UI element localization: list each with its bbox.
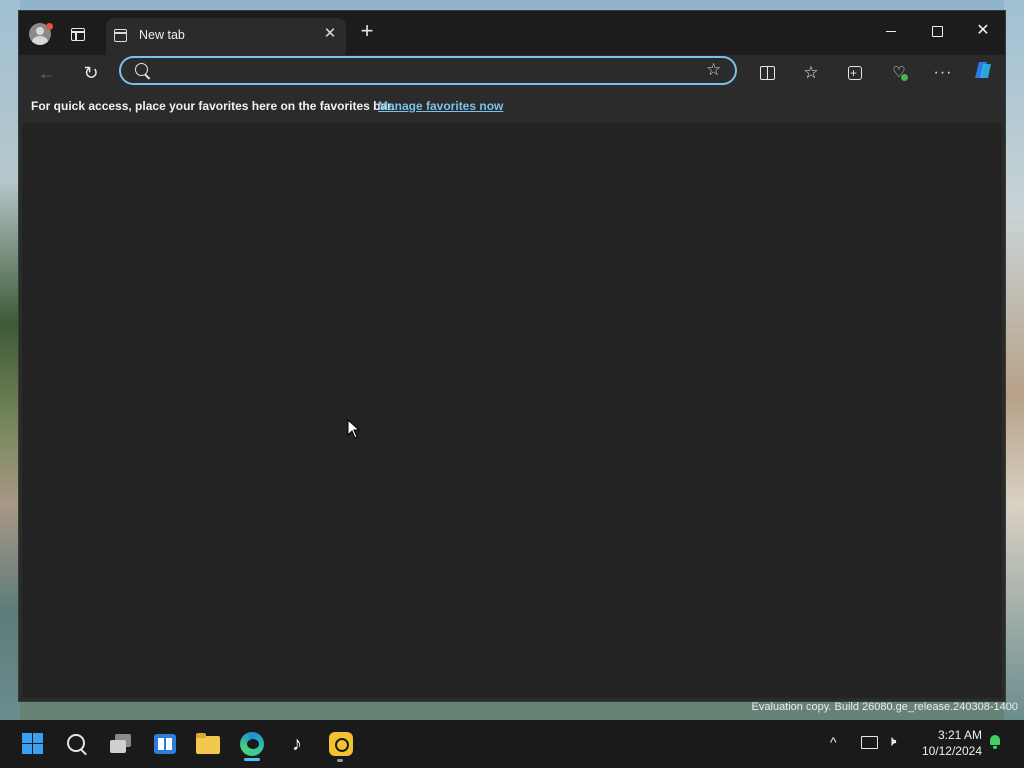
page-content[interactable] — [22, 123, 1002, 698]
new-tab-favicon-icon — [114, 29, 127, 42]
file-explorer-icon[interactable] — [196, 732, 220, 756]
clock-date: 10/12/2024 — [921, 744, 982, 758]
refresh-icon[interactable]: ↻ — [79, 61, 103, 85]
tab-close-icon[interactable]: ✕ — [322, 26, 338, 42]
navigation-toolbar: ← ↻ ☆ ☆ ♡ ··· — [19, 55, 1005, 91]
widgets-icon[interactable] — [153, 732, 177, 756]
copilot-icon[interactable] — [973, 59, 995, 81]
tiktok-icon[interactable]: ♪ — [285, 732, 309, 756]
edge-browser-icon[interactable] — [240, 732, 264, 756]
more-options-icon[interactable]: ··· — [931, 61, 955, 85]
tab-actions-icon[interactable] — [71, 28, 85, 41]
manage-favorites-link[interactable]: Manage favorites now — [378, 99, 503, 113]
search-icon — [135, 63, 148, 76]
favorites-icon[interactable]: ☆ — [799, 61, 823, 85]
minimize-button[interactable] — [881, 21, 901, 41]
status-dot — [901, 74, 908, 81]
browser-essentials-icon[interactable]: ♡ — [887, 61, 911, 85]
close-window-button[interactable]: ✕ — [973, 21, 993, 41]
show-hidden-icons-chevron-icon[interactable]: ^ — [830, 734, 837, 750]
mouse-cursor-icon — [347, 419, 361, 439]
maximize-button[interactable] — [927, 21, 947, 41]
split-screen-icon[interactable] — [755, 61, 779, 85]
collections-icon[interactable] — [843, 61, 867, 85]
clock-time: 3:21 AM — [937, 728, 982, 742]
notification-bell-icon[interactable] — [989, 735, 1001, 749]
network-display-icon[interactable] — [861, 736, 878, 749]
yellow-app-icon[interactable] — [329, 732, 353, 756]
desktop-wallpaper-right — [1004, 0, 1024, 720]
browser-window: New tab ✕ + ✕ ← ↻ ☆ ☆ ♡ ··· For quick ac… — [18, 10, 1006, 702]
add-favorite-star-icon[interactable]: ☆ — [706, 60, 721, 80]
title-bar: New tab ✕ + ✕ — [19, 11, 1005, 55]
running-app-indicator — [337, 759, 343, 762]
windows-start-icon[interactable] — [21, 732, 45, 756]
new-tab-button[interactable]: + — [357, 20, 377, 42]
desktop-wallpaper-left — [0, 0, 20, 720]
tab-title: New tab — [139, 28, 185, 42]
address-bar[interactable]: ☆ — [119, 56, 737, 85]
evaluation-watermark: Evaluation copy. Build 26080.ge_release.… — [751, 701, 1018, 713]
tab-new-tab[interactable]: New tab ✕ — [106, 18, 346, 55]
active-app-indicator — [244, 758, 260, 761]
favorites-bar-message: For quick access, place your favorites h… — [31, 99, 395, 113]
favorites-bar: For quick access, place your favorites h… — [19, 91, 1005, 123]
back-arrow-icon[interactable]: ← — [35, 61, 59, 85]
volume-muted-icon[interactable]: 🕨 — [887, 733, 896, 750]
system-clock[interactable]: 3:21 AM 10/12/2024 — [916, 727, 982, 759]
profile-notification-dot — [46, 23, 53, 30]
taskbar-search-icon[interactable] — [65, 732, 89, 756]
task-view-icon[interactable] — [109, 732, 133, 756]
address-input[interactable] — [159, 61, 703, 83]
